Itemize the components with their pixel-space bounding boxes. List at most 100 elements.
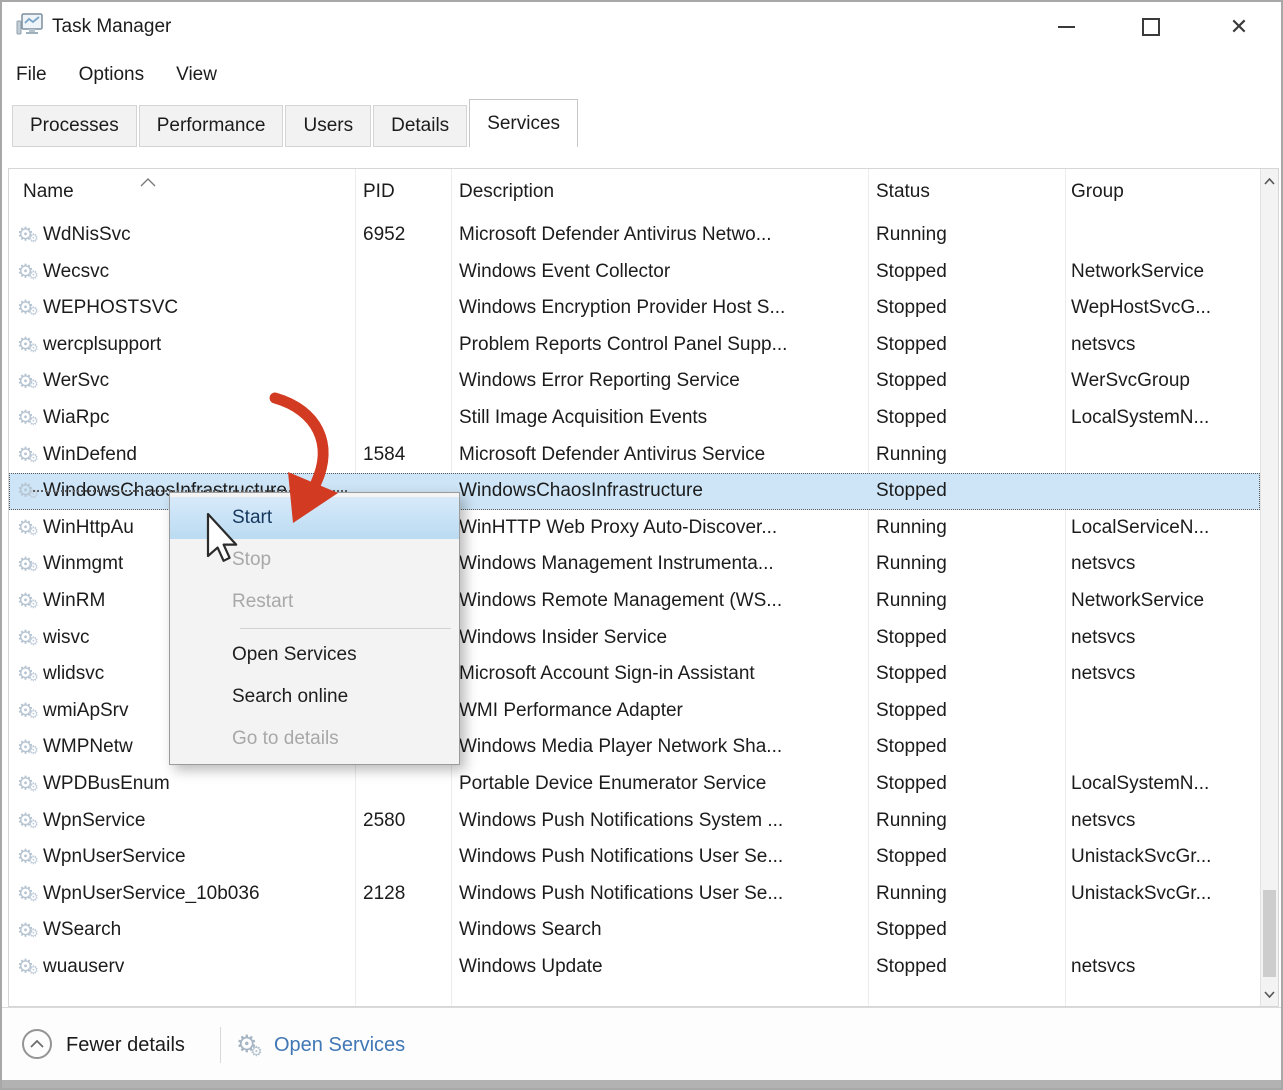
cell-status: Stopped — [876, 620, 947, 657]
cell-name: WpnUserService — [43, 839, 186, 876]
close-button[interactable]: ✕ — [1215, 2, 1263, 52]
table-row[interactable]: ⚙⚙WPDBusEnumPortable Device Enumerator S… — [9, 766, 1260, 803]
scroll-down-button[interactable] — [1261, 984, 1278, 1004]
menu-separator — [240, 628, 451, 629]
service-gear-icon: ⚙⚙ — [17, 290, 43, 327]
fewer-details-button[interactable]: Fewer details — [66, 1008, 185, 1082]
cell-status: Stopped — [876, 363, 947, 400]
service-gear-icon: ⚙⚙ — [17, 254, 43, 291]
cell-group: UnistackSvcGr... — [1071, 876, 1211, 913]
cell-name: WpnService — [43, 803, 145, 840]
cell-desc: Problem Reports Control Panel Supp... — [459, 327, 787, 364]
minimize-button[interactable] — [1042, 2, 1090, 52]
window-bottom-edge — [2, 1080, 1281, 1088]
cell-desc: Windows Remote Management (WS... — [459, 583, 782, 620]
cell-status: Running — [876, 546, 947, 583]
cell-status: Stopped — [876, 400, 947, 437]
table-row[interactable]: ⚙⚙WEPHOSTSVCWindows Encryption Provider … — [9, 290, 1260, 327]
scroll-up-button[interactable] — [1261, 171, 1278, 191]
cell-name: WSearch — [43, 912, 121, 949]
cell-desc: Windows Push Notifications User Se... — [459, 876, 783, 913]
cell-name: WinRM — [43, 583, 105, 620]
scrollbar-thumb[interactable] — [1263, 890, 1276, 977]
service-gear-icon: ⚙⚙ — [17, 766, 43, 803]
vertical-scrollbar[interactable] — [1260, 169, 1278, 1006]
tab-details[interactable]: Details — [373, 105, 467, 147]
cell-name: Winmgmt — [43, 546, 123, 583]
table-row[interactable]: ⚙⚙wercplsupportProblem Reports Control P… — [9, 327, 1260, 364]
chevron-up-icon — [1264, 178, 1275, 185]
cell-status: Running — [876, 803, 947, 840]
cell-desc: Still Image Acquisition Events — [459, 400, 707, 437]
menu-options[interactable]: Options — [79, 64, 144, 86]
menu-file[interactable]: File — [16, 64, 47, 86]
table-row[interactable]: ⚙⚙WpnUserServiceWindows Push Notificatio… — [9, 839, 1260, 876]
table-row[interactable]: ⚙⚙WSearchWindows SearchStopped — [9, 912, 1260, 949]
service-gear-icon: ⚙⚙ — [17, 693, 43, 730]
service-gear-icon: ⚙⚙ — [17, 912, 43, 949]
table-row[interactable]: ⚙⚙wuauservWindows UpdateStoppednetsvcs — [9, 949, 1260, 986]
cell-name: WinDefend — [43, 437, 137, 474]
cell-group: netsvcs — [1071, 803, 1135, 840]
maximize-icon — [1142, 18, 1160, 36]
column-header-pid[interactable]: PID — [363, 169, 395, 215]
column-header-group[interactable]: Group — [1071, 169, 1124, 215]
menu-bar: File Options View — [16, 52, 217, 98]
open-services-link[interactable]: Open Services — [274, 1008, 405, 1082]
table-row[interactable]: ⚙⚙WpnUserService_10b0362128Windows Push … — [9, 876, 1260, 913]
cell-name: wlidsvc — [43, 656, 104, 693]
column-header-name[interactable]: Name — [23, 169, 74, 215]
service-gear-icon: ⚙⚙ — [17, 400, 43, 437]
service-gear-icon: ⚙⚙ — [17, 656, 43, 693]
cell-desc: WinHTTP Web Proxy Auto-Discover... — [459, 510, 777, 547]
context-menu: StartStopRestartOpen ServicesSearch onli… — [169, 492, 460, 765]
menu-item-search-online[interactable]: Search online — [170, 676, 459, 718]
cell-desc: WindowsChaosInfrastructure — [459, 473, 703, 510]
tab-users[interactable]: Users — [285, 105, 371, 147]
cell-name: WinHttpAu — [43, 510, 134, 547]
cell-desc: Microsoft Account Sign-in Assistant — [459, 656, 755, 693]
task-manager-app-icon — [16, 12, 43, 43]
menu-view[interactable]: View — [176, 64, 217, 86]
tab-performance[interactable]: Performance — [139, 105, 284, 147]
maximize-button[interactable] — [1127, 2, 1175, 52]
service-gear-icon: ⚙⚙ — [17, 876, 43, 913]
cell-desc: WMI Performance Adapter — [459, 693, 683, 730]
cell-name: WiaRpc — [43, 400, 110, 437]
column-header-status[interactable]: Status — [876, 169, 930, 215]
cell-name: wuauserv — [43, 949, 124, 986]
table-row[interactable]: ⚙⚙WdNisSvc6952Microsoft Defender Antivir… — [9, 217, 1260, 254]
cell-status: Stopped — [876, 693, 947, 730]
cell-name: Wecsvc — [43, 254, 109, 291]
cell-desc: Windows Insider Service — [459, 620, 667, 657]
tab-services[interactable]: Services — [469, 99, 578, 147]
column-header-desc[interactable]: Description — [459, 169, 554, 215]
fewer-details-chevron-icon — [22, 1029, 52, 1059]
table-row[interactable]: ⚙⚙WpnService2580Windows Push Notificatio… — [9, 803, 1260, 840]
service-gear-icon: ⚙⚙ — [17, 546, 43, 583]
menu-item-open-services[interactable]: Open Services — [170, 634, 459, 676]
title-bar: Task Manager ✕ — [2, 2, 1281, 52]
services-gear-icon: ⚙⚙ — [236, 1030, 268, 1060]
cell-pid: 2128 — [363, 876, 405, 913]
cell-group: LocalSystemN... — [1071, 400, 1209, 437]
cell-status: Stopped — [876, 912, 947, 949]
table-row[interactable]: ⚙⚙WecsvcWindows Event CollectorStoppedNe… — [9, 254, 1260, 291]
cell-desc: Windows Push Notifications System ... — [459, 803, 783, 840]
service-gear-icon: ⚙⚙ — [17, 620, 43, 657]
cell-status: Stopped — [876, 656, 947, 693]
service-gear-icon: ⚙⚙ — [17, 803, 43, 840]
cell-desc: Windows Push Notifications User Se... — [459, 839, 783, 876]
cell-status: Stopped — [876, 254, 947, 291]
cell-group: netsvcs — [1071, 546, 1135, 583]
cell-group: netsvcs — [1071, 327, 1135, 364]
cell-status: Stopped — [876, 949, 947, 986]
cell-status: Running — [876, 876, 947, 913]
tab-processes[interactable]: Processes — [12, 105, 137, 147]
table-row[interactable]: ⚙⚙WiaRpc Still Image Acquisition Events St… — [9, 400, 1260, 437]
table-row[interactable]: ⚙⚙WerSvcWindows Error Reporting ServiceS… — [9, 363, 1260, 400]
cell-desc: Windows Error Reporting Service — [459, 363, 740, 400]
menu-item-stop: Stop — [170, 539, 459, 581]
menu-item-start[interactable]: Start — [170, 497, 459, 539]
table-row[interactable]: ⚙⚙WinDefend1584Microsoft Defender Antivi… — [9, 437, 1260, 474]
